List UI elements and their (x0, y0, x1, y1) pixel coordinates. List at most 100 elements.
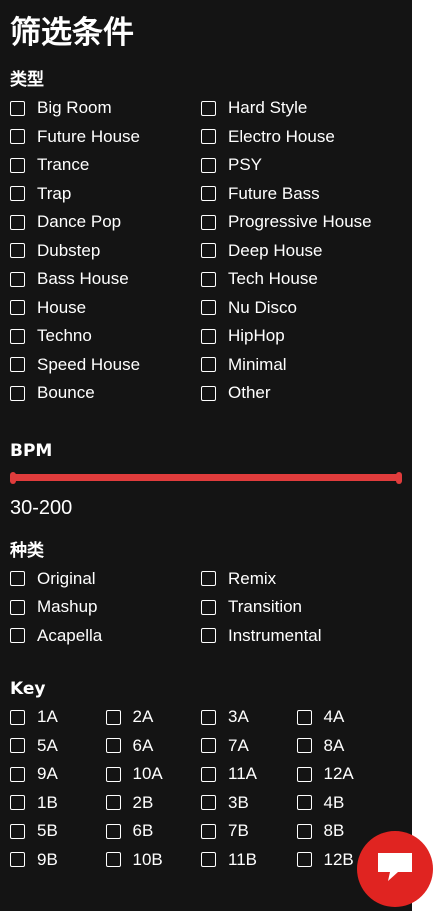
filter-option[interactable]: 10B (105, 846, 202, 875)
filter-option[interactable]: 7A (201, 732, 297, 761)
filter-option[interactable]: PSY (201, 151, 392, 180)
filter-option[interactable]: 1B (10, 789, 106, 818)
filter-option[interactable]: Bounce (10, 379, 201, 408)
checkbox[interactable] (10, 599, 25, 615)
checkbox[interactable] (10, 571, 25, 587)
filter-option[interactable]: 11B (201, 846, 297, 875)
checkbox[interactable] (201, 328, 216, 344)
checkbox[interactable] (10, 357, 25, 373)
filter-option[interactable]: Bass House (10, 265, 201, 294)
checkbox[interactable] (10, 628, 25, 644)
filter-option[interactable]: Transition (201, 593, 392, 622)
checkbox[interactable] (10, 852, 25, 868)
checkbox[interactable] (201, 271, 216, 287)
filter-option[interactable]: Future House (10, 123, 201, 152)
filter-option[interactable]: Other (201, 379, 392, 408)
filter-option[interactable]: Speed House (10, 351, 201, 380)
filter-option[interactable]: Deep House (201, 237, 392, 266)
filter-option[interactable]: 2B (105, 789, 202, 818)
checkbox[interactable] (201, 129, 216, 145)
checkbox[interactable] (10, 300, 25, 316)
checkbox[interactable] (201, 766, 216, 782)
checkbox[interactable] (10, 186, 25, 202)
filter-option[interactable]: 11A (201, 760, 297, 789)
checkbox[interactable] (105, 823, 121, 839)
filter-option[interactable]: Trap (10, 180, 201, 209)
checkbox[interactable] (10, 766, 25, 782)
checkbox[interactable] (105, 709, 121, 725)
filter-option[interactable]: Future Bass (201, 180, 392, 209)
checkbox[interactable] (201, 385, 216, 401)
checkbox[interactable] (105, 738, 121, 754)
filter-option[interactable]: Dance Pop (10, 208, 201, 237)
checkbox[interactable] (296, 795, 312, 811)
checkbox[interactable] (201, 300, 216, 316)
filter-option[interactable]: Nu Disco (201, 294, 392, 323)
checkbox[interactable] (10, 823, 25, 839)
checkbox[interactable] (10, 795, 25, 811)
filter-option[interactable]: Trance (10, 151, 201, 180)
checkbox[interactable] (296, 766, 312, 782)
checkbox[interactable] (201, 823, 216, 839)
checkbox[interactable] (296, 738, 312, 754)
filter-option[interactable]: Mashup (10, 593, 201, 622)
checkbox[interactable] (10, 738, 25, 754)
checkbox[interactable] (201, 709, 216, 725)
checkbox[interactable] (10, 129, 25, 145)
filter-option[interactable]: 3A (201, 703, 297, 732)
checkbox[interactable] (105, 852, 121, 868)
bpm-max-handle[interactable] (396, 471, 402, 484)
filter-option[interactable]: 6B (105, 817, 202, 846)
checkbox[interactable] (201, 599, 216, 615)
checkbox[interactable] (201, 186, 216, 202)
filter-option[interactable]: Hard Style (201, 94, 392, 123)
filter-option[interactable]: House (10, 294, 201, 323)
checkbox[interactable] (10, 243, 25, 259)
checkbox[interactable] (201, 357, 216, 373)
filter-option[interactable]: Progressive House (201, 208, 392, 237)
checkbox[interactable] (201, 571, 216, 587)
filter-option[interactable]: 2A (105, 703, 202, 732)
checkbox[interactable] (296, 709, 312, 725)
checkbox[interactable] (201, 628, 216, 644)
filter-option[interactable]: Tech House (201, 265, 392, 294)
filter-option[interactable]: 3B (201, 789, 297, 818)
filter-option[interactable]: 9A (10, 760, 106, 789)
filter-option[interactable]: 5A (10, 732, 106, 761)
checkbox[interactable] (10, 709, 25, 725)
checkbox[interactable] (105, 795, 121, 811)
filter-option[interactable]: 4B (296, 789, 393, 818)
filter-option[interactable]: 8A (296, 732, 393, 761)
filter-option[interactable]: 10A (105, 760, 202, 789)
checkbox[interactable] (105, 766, 121, 782)
filter-option[interactable]: Dubstep (10, 237, 201, 266)
checkbox[interactable] (296, 823, 312, 839)
checkbox[interactable] (10, 214, 25, 230)
filter-option[interactable]: Remix (201, 565, 392, 594)
chat-button[interactable] (357, 831, 433, 907)
filter-option[interactable]: Acapella (10, 622, 201, 651)
bpm-slider[interactable] (10, 471, 402, 484)
checkbox[interactable] (201, 738, 216, 754)
checkbox[interactable] (201, 157, 216, 173)
checkbox[interactable] (10, 271, 25, 287)
checkbox[interactable] (201, 100, 216, 116)
checkbox[interactable] (10, 157, 25, 173)
filter-option[interactable]: 4A (296, 703, 393, 732)
filter-option[interactable]: 6A (105, 732, 202, 761)
filter-option[interactable]: Instrumental (201, 622, 392, 651)
checkbox[interactable] (296, 852, 312, 868)
filter-option[interactable]: 9B (10, 846, 106, 875)
checkbox[interactable] (10, 100, 25, 116)
filter-option[interactable]: Electro House (201, 123, 392, 152)
filter-option[interactable]: 12A (296, 760, 393, 789)
checkbox[interactable] (201, 852, 216, 868)
filter-option[interactable]: 5B (10, 817, 106, 846)
filter-option[interactable]: 7B (201, 817, 297, 846)
filter-option[interactable]: 1A (10, 703, 106, 732)
filter-option[interactable]: HipHop (201, 322, 392, 351)
checkbox[interactable] (10, 328, 25, 344)
filter-option[interactable]: Big Room (10, 94, 201, 123)
bpm-min-handle[interactable] (10, 471, 16, 484)
checkbox[interactable] (10, 385, 25, 401)
